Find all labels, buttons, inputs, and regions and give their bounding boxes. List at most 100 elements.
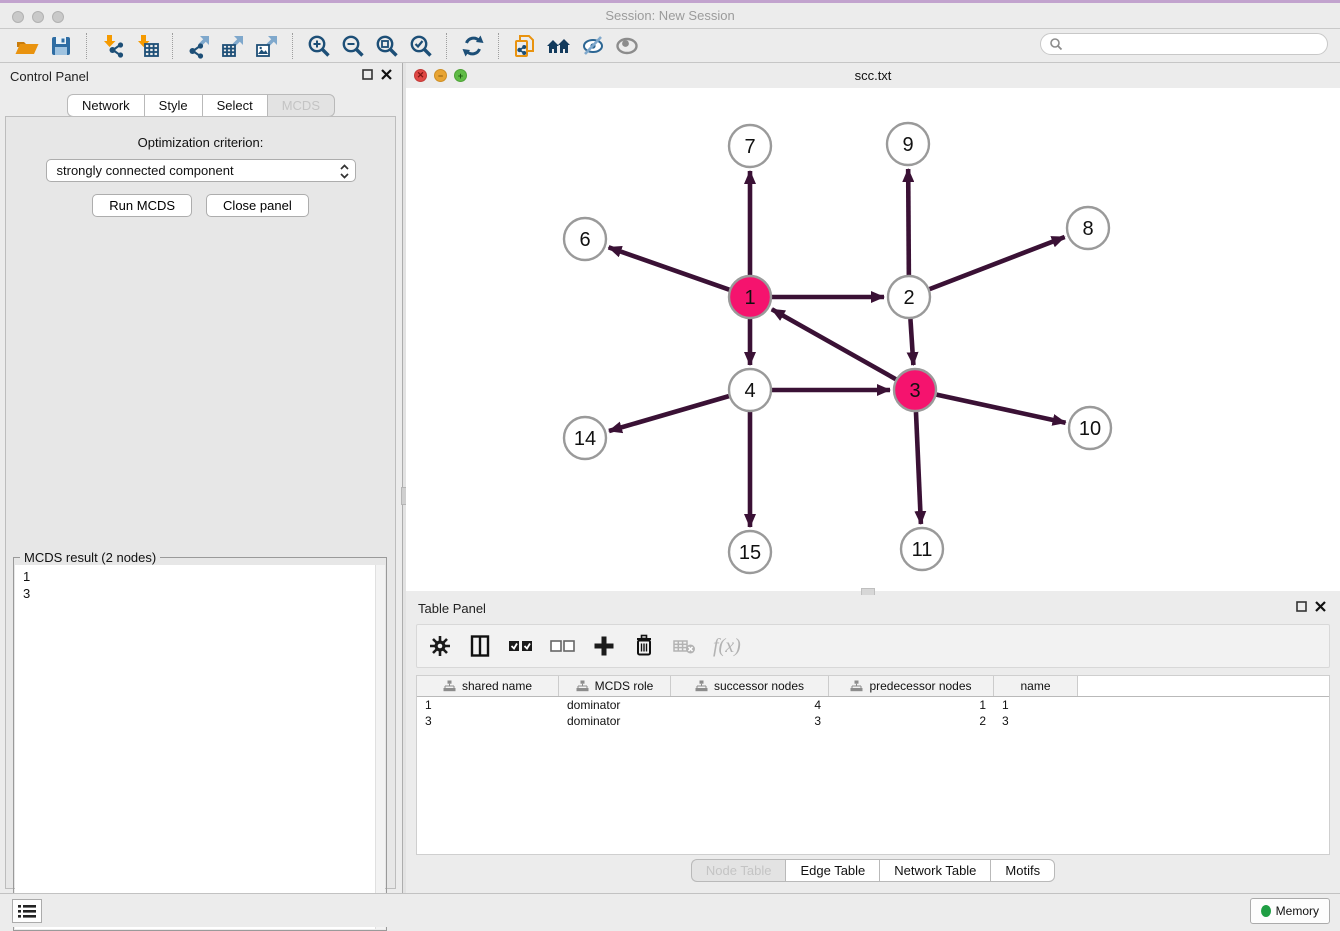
table-toolbar: f(x) — [416, 624, 1330, 668]
graph-node-15[interactable]: 15 — [729, 531, 771, 573]
svg-text:1: 1 — [744, 287, 755, 309]
attribute-tree-icon — [850, 680, 863, 692]
memory-status-icon — [1261, 905, 1271, 917]
memory-button[interactable]: Memory — [1250, 898, 1330, 924]
graphics-details-icon[interactable] — [576, 32, 610, 60]
graph-node-1[interactable]: 1 — [729, 276, 771, 318]
export-table-icon[interactable] — [216, 32, 250, 60]
column-header-name[interactable]: name — [994, 676, 1078, 696]
tab-network-table[interactable]: Network Table — [879, 859, 990, 882]
save-session-icon[interactable] — [44, 32, 78, 60]
open-session-icon[interactable] — [10, 32, 44, 60]
tab-style[interactable]: Style — [144, 94, 202, 117]
create-column-icon[interactable] — [591, 633, 617, 659]
zoom-fit-icon[interactable] — [370, 32, 404, 60]
graph-edge-2-9[interactable] — [908, 169, 909, 275]
import-table-icon[interactable] — [130, 32, 164, 60]
export-network-icon[interactable] — [182, 32, 216, 60]
optimization-criterion-label: Optimization criterion: — [6, 135, 395, 150]
control-panel-title: Control Panel — [10, 69, 89, 84]
graph-edge-2-3[interactable] — [910, 319, 913, 365]
table-row[interactable]: 1dominator411 — [417, 697, 1329, 713]
show-columns-icon[interactable] — [467, 633, 493, 659]
window-title: Session: New Session — [0, 8, 1340, 23]
column-header-shared-name[interactable]: shared name — [417, 676, 559, 696]
float-panel-icon[interactable] — [362, 69, 373, 80]
svg-text:7: 7 — [744, 136, 755, 158]
settings-gear-icon[interactable] — [427, 633, 453, 659]
copy-view-icon[interactable] — [508, 32, 542, 60]
svg-text:9: 9 — [902, 134, 913, 156]
table-cell: 1 — [994, 697, 1078, 713]
column-header-successor-nodes[interactable]: successor nodes — [671, 676, 829, 696]
select-stepper-icon — [339, 163, 350, 180]
graph-node-10[interactable]: 10 — [1069, 407, 1111, 449]
optimization-criterion-value: strongly connected component — [57, 163, 234, 178]
graph-node-3[interactable]: 3 — [894, 369, 936, 411]
table-cell: 4 — [671, 697, 829, 713]
graph-edge-3-1[interactable] — [772, 309, 896, 379]
select-all-columns-icon[interactable] — [507, 633, 535, 659]
graph-node-9[interactable]: 9 — [887, 123, 929, 165]
float-panel-icon[interactable] — [1296, 601, 1307, 612]
close-panel-button[interactable]: Close panel — [206, 194, 309, 217]
toolbar-separator — [86, 33, 88, 59]
delete-table-icon[interactable] — [671, 633, 699, 659]
graph-node-6[interactable]: 6 — [564, 218, 606, 260]
unselect-all-columns-icon[interactable] — [549, 633, 577, 659]
toolbar-separator — [498, 33, 500, 59]
network-graph[interactable]: 7 9 6 8 1 2 4 3 14 10 15 11 — [406, 88, 1340, 593]
export-image-icon[interactable] — [250, 32, 284, 60]
tab-select[interactable]: Select — [202, 94, 267, 117]
zoom-selected-icon[interactable] — [404, 32, 438, 60]
app-titlebar: Session: New Session — [0, 0, 1340, 29]
graph-node-14[interactable]: 14 — [564, 417, 606, 459]
control-panel: Control Panel Network Style Select MCDS … — [0, 63, 402, 893]
column-header-predecessor-nodes[interactable]: predecessor nodes — [829, 676, 994, 696]
graph-edge-1-6[interactable] — [609, 247, 730, 289]
mcds-result-text: 1 3 — [23, 568, 385, 602]
table-cell: dominator — [559, 697, 671, 713]
search-input[interactable] — [1068, 36, 1327, 52]
search-icon — [1049, 37, 1063, 51]
import-network-icon[interactable] — [96, 32, 130, 60]
svg-text:8: 8 — [1082, 218, 1093, 240]
tab-node-table[interactable]: Node Table — [691, 859, 786, 882]
home-icon[interactable] — [542, 32, 576, 60]
close-panel-icon[interactable] — [381, 69, 392, 80]
window-top-border — [0, 0, 1340, 3]
graph-node-11[interactable]: 11 — [901, 528, 943, 570]
tab-edge-table[interactable]: Edge Table — [785, 859, 879, 882]
mcds-result-title: MCDS result (2 nodes) — [20, 550, 160, 565]
graph-node-8[interactable]: 8 — [1067, 207, 1109, 249]
run-mcds-button[interactable]: Run MCDS — [92, 194, 192, 217]
column-header-MCDS-role[interactable]: MCDS role — [559, 676, 671, 696]
zoom-out-icon[interactable] — [336, 32, 370, 60]
table-cell: 3 — [994, 713, 1078, 729]
graph-node-4[interactable]: 4 — [729, 369, 771, 411]
table-row[interactable]: 3dominator323 — [417, 713, 1329, 729]
graph-node-7[interactable]: 7 — [729, 125, 771, 167]
node-table: shared nameMCDS rolesuccessor nodesprede… — [416, 675, 1330, 855]
tab-motifs[interactable]: Motifs — [990, 859, 1055, 882]
task-history-button[interactable] — [12, 899, 42, 923]
search-field[interactable] — [1040, 33, 1328, 55]
graph-edge-3-11[interactable] — [916, 412, 921, 524]
refresh-icon[interactable] — [456, 32, 490, 60]
tab-network[interactable]: Network — [67, 94, 144, 117]
graph-edge-3-10[interactable] — [936, 395, 1065, 423]
delete-columns-icon[interactable] — [631, 633, 657, 659]
function-builder-icon[interactable]: f(x) — [713, 635, 741, 658]
birds-eye-icon[interactable] — [610, 32, 644, 60]
graph-edge-2-8[interactable] — [930, 237, 1065, 289]
table-panel-title: Table Panel — [418, 601, 486, 616]
close-panel-icon[interactable] — [1315, 601, 1326, 612]
tab-mcds[interactable]: MCDS — [267, 94, 335, 117]
svg-text:6: 6 — [579, 229, 590, 251]
mcds-result-scrollbar[interactable] — [375, 565, 385, 929]
optimization-criterion-select[interactable]: strongly connected component — [46, 159, 356, 182]
mcds-result-textarea[interactable]: 1 3 — [15, 565, 385, 929]
zoom-in-icon[interactable] — [302, 32, 336, 60]
graph-edge-4-14[interactable] — [609, 396, 729, 431]
graph-node-2[interactable]: 2 — [888, 276, 930, 318]
